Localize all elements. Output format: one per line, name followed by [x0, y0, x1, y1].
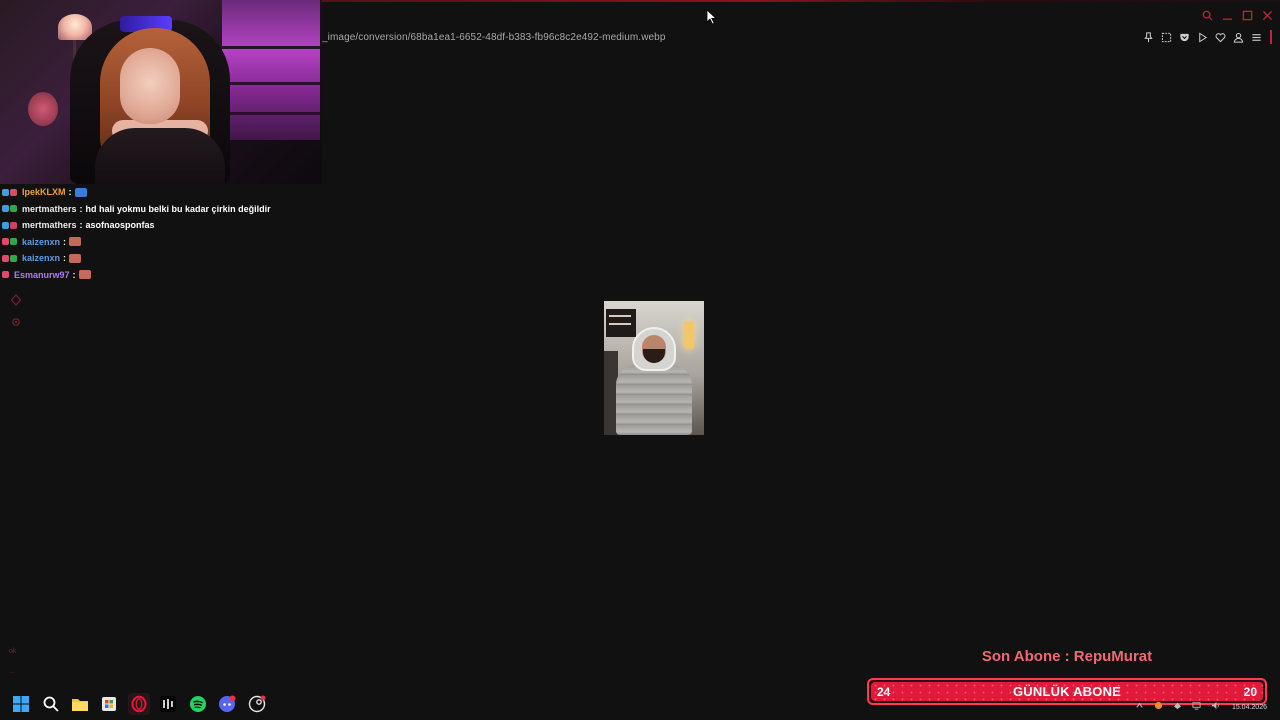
webcam-streamer-top: [95, 128, 225, 184]
chat-colon: :: [79, 203, 83, 214]
chat-colon: :: [63, 253, 67, 264]
last-subscriber-label: Son Abone : RepuMurat: [981, 648, 1153, 665]
chat-emote-icon: [78, 270, 91, 280]
chat-badges: [2, 238, 22, 246]
gear-icon[interactable]: [8, 314, 24, 330]
chat-badge-icon: [10, 221, 17, 229]
chat-colon: :: [63, 236, 67, 247]
chat-badge-icon: [2, 205, 9, 213]
chat-username[interactable]: mertmathers: [22, 204, 77, 214]
discord-icon[interactable]: [216, 693, 238, 715]
steam-icon[interactable]: [246, 693, 268, 715]
url-text[interactable]: _image/conversion/68ba1ea1-6652-48df-b38…: [322, 32, 666, 43]
chat-badges: [2, 221, 22, 229]
sidebar-bottom-label[interactable]: ok: [9, 648, 16, 655]
window-controls: [1200, 6, 1274, 24]
tray-app-icon[interactable]: [1172, 700, 1182, 710]
chat-message: Esmanurw97 :: [2, 267, 322, 284]
chat-colon: :: [68, 187, 72, 198]
chat-emote-icon: [69, 253, 82, 263]
chat-badges: [2, 205, 22, 213]
pin-icon[interactable]: [1142, 31, 1155, 44]
chat-badge-icon: [2, 188, 9, 196]
stream-chat: IpekKLXM : mertmathers : hd hali yokmu b…: [2, 184, 322, 283]
chat-username[interactable]: Esmanurw97: [14, 270, 70, 280]
windows-taskbar: [0, 688, 1280, 720]
image-puffer-jacket: [616, 365, 692, 435]
chat-message: mertmathers : hd hali yokmu belki bu kad…: [2, 201, 322, 218]
webcam-shelf-divider: [222, 46, 320, 49]
snapshot-icon[interactable]: [1160, 31, 1173, 44]
image-background-light: [684, 321, 694, 349]
webcam-streamer-face: [120, 48, 180, 124]
profile-icon[interactable]: [1232, 31, 1245, 44]
sidebar-bottom-more[interactable]: ...: [9, 668, 15, 675]
system-tray: [1134, 700, 1220, 710]
chat-username[interactable]: IpekKLXM: [22, 187, 66, 197]
chat-badge-icon: [2, 271, 9, 279]
chat-badge-icon: [10, 188, 17, 196]
webcam-shelf-divider: [222, 82, 320, 85]
image-sign-stroke: [609, 323, 631, 325]
browser-toolbar: [1142, 28, 1272, 46]
chat-badge-icon: [10, 238, 17, 246]
chat-emote-icon: [69, 237, 82, 247]
chat-message: kaizenxn :: [2, 234, 322, 251]
webcam-shelf: [222, 0, 320, 140]
network-icon[interactable]: [1191, 700, 1201, 710]
audio-app-icon[interactable]: [157, 693, 179, 715]
file-explorer-icon[interactable]: [69, 693, 91, 715]
chevron-up-icon[interactable]: [1134, 700, 1144, 710]
tray-app-icon[interactable]: [1153, 700, 1163, 710]
webcam-overlay: [0, 0, 322, 184]
chat-badges: [2, 188, 22, 196]
toolbar-accent-divider: [1270, 30, 1272, 44]
webcam-lamp: [58, 14, 92, 40]
chat-colon: :: [72, 269, 76, 280]
chat-message: mertmathers : asofnaosponfas: [2, 217, 322, 234]
browser-sidebar: [8, 292, 26, 336]
chat-badges: [2, 254, 22, 262]
webp-image-preview[interactable]: [604, 301, 704, 435]
maximize-icon[interactable]: [1240, 8, 1254, 22]
webcam-plush-toy: [28, 92, 58, 126]
opera-gx-icon[interactable]: [128, 693, 150, 715]
store-icon[interactable]: [98, 693, 120, 715]
chat-username[interactable]: kaizenxn: [22, 237, 60, 247]
taskbar-date[interactable]: 15.04.2026: [1232, 704, 1267, 711]
chat-username[interactable]: mertmathers: [22, 220, 77, 230]
chat-badge-icon: [2, 238, 9, 246]
chat-username[interactable]: kaizenxn: [22, 253, 60, 263]
pocket-icon[interactable]: [1178, 31, 1191, 44]
chat-badge-icon: [2, 254, 9, 262]
spotify-icon[interactable]: [187, 693, 209, 715]
menu-icon[interactable]: [1250, 31, 1263, 44]
close-icon[interactable]: [1260, 8, 1274, 22]
mouse-cursor-icon: [706, 9, 718, 25]
chat-colon: :: [79, 220, 83, 231]
minimize-icon[interactable]: [1220, 8, 1234, 22]
chat-badge-icon: [2, 221, 9, 229]
address-bar[interactable]: _image/conversion/68ba1ea1-6652-48df-b38…: [322, 27, 1122, 47]
gear-icon[interactable]: [8, 292, 24, 308]
image-sign-stroke: [609, 315, 631, 317]
windows-start-icon[interactable]: [10, 693, 32, 715]
chat-badge-icon: [10, 205, 17, 213]
chat-emote-icon: [74, 187, 87, 197]
webcam-shelf-divider: [222, 112, 320, 115]
chat-message: kaizenxn :: [2, 250, 322, 267]
chat-badges: [2, 271, 14, 279]
search-icon[interactable]: [40, 693, 62, 715]
chat-text: asofnaosponfas: [85, 220, 155, 231]
volume-icon[interactable]: [1210, 700, 1220, 710]
heart-icon[interactable]: [1214, 31, 1227, 44]
play-icon[interactable]: [1196, 31, 1209, 44]
browser-top-accent-bar: [322, 0, 1280, 2]
chat-message: IpekKLXM :: [2, 184, 322, 201]
chat-text: hd hali yokmu belki bu kadar çirkin deği…: [85, 203, 271, 214]
search-icon[interactable]: [1200, 8, 1214, 22]
chat-badge-icon: [10, 254, 17, 262]
